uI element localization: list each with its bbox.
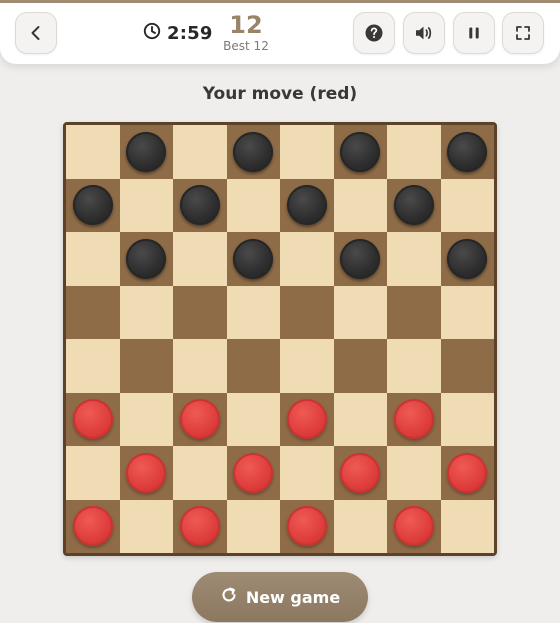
black-checker-piece: [126, 238, 167, 279]
red-checker-piece[interactable]: [340, 452, 381, 493]
dark-square[interactable]: [387, 285, 441, 339]
black-checker-piece: [340, 238, 381, 279]
game-page: 2:59 12 Best 12 Your move (red) New game: [0, 0, 560, 623]
red-checker-piece[interactable]: [179, 506, 220, 547]
new-game-label: New game: [245, 587, 341, 607]
dark-square[interactable]: [226, 339, 280, 393]
red-checker-piece[interactable]: [72, 506, 113, 547]
dark-square[interactable]: [440, 339, 494, 393]
light-square: [280, 446, 334, 500]
light-square: [66, 125, 120, 179]
help-icon: [364, 23, 384, 43]
sound-button[interactable]: [403, 12, 445, 54]
red-checker-piece[interactable]: [233, 452, 274, 493]
light-square: [280, 125, 334, 179]
dark-square[interactable]: [173, 285, 227, 339]
light-square: [66, 339, 120, 393]
dark-square[interactable]: [66, 285, 120, 339]
light-square: [440, 499, 494, 553]
light-square: [173, 125, 227, 179]
black-checker-piece: [126, 131, 167, 172]
help-button[interactable]: [353, 12, 395, 54]
light-square: [333, 285, 387, 339]
light-square: [440, 178, 494, 232]
new-game-button[interactable]: New game: [192, 572, 368, 622]
top-bar: 2:59 12 Best 12: [0, 0, 560, 64]
red-checker-piece[interactable]: [393, 399, 434, 440]
light-square: [333, 499, 387, 553]
light-square: [66, 232, 120, 286]
light-square: [280, 339, 334, 393]
dark-square[interactable]: [280, 285, 334, 339]
light-square: [173, 232, 227, 286]
black-checker-piece: [179, 185, 220, 226]
light-square: [119, 178, 173, 232]
red-checker-piece[interactable]: [126, 452, 167, 493]
score-value: 12: [229, 11, 263, 39]
fullscreen-icon: [514, 24, 532, 42]
black-checker-piece: [447, 238, 488, 279]
light-square: [173, 339, 227, 393]
red-checker-piece[interactable]: [286, 506, 327, 547]
checkers-board: [63, 122, 497, 556]
black-checker-piece: [286, 185, 327, 226]
black-checker-piece: [340, 131, 381, 172]
turn-status: Your move (red): [202, 84, 358, 104]
light-square: [119, 285, 173, 339]
light-square: [119, 392, 173, 446]
dark-square[interactable]: [333, 339, 387, 393]
light-square: [440, 285, 494, 339]
restart-icon: [220, 586, 238, 608]
best-score: Best 12: [223, 39, 269, 53]
black-checker-piece: [72, 185, 113, 226]
pause-icon: [466, 25, 482, 41]
red-checker-piece[interactable]: [447, 452, 488, 493]
board-grid: [66, 125, 494, 553]
light-square: [66, 446, 120, 500]
back-button[interactable]: [15, 12, 57, 54]
light-square: [226, 499, 280, 553]
light-square: [119, 499, 173, 553]
clock-icon: [143, 22, 161, 44]
timer: 2:59: [143, 22, 213, 44]
black-checker-piece: [447, 131, 488, 172]
light-square: [387, 446, 441, 500]
black-checker-piece: [233, 131, 274, 172]
light-square: [440, 392, 494, 446]
light-square: [333, 392, 387, 446]
red-checker-piece[interactable]: [72, 399, 113, 440]
pause-button[interactable]: [453, 12, 495, 54]
light-square: [387, 125, 441, 179]
chevron-left-icon: [27, 24, 45, 42]
light-square: [387, 339, 441, 393]
red-checker-piece[interactable]: [393, 506, 434, 547]
black-checker-piece: [393, 185, 434, 226]
light-square: [173, 446, 227, 500]
black-checker-piece: [233, 238, 274, 279]
timer-value: 2:59: [167, 22, 213, 44]
light-square: [226, 392, 280, 446]
light-square: [280, 232, 334, 286]
sound-icon: [413, 23, 435, 43]
score-display: 12 Best 12: [219, 12, 273, 53]
fullscreen-button[interactable]: [502, 12, 544, 54]
red-checker-piece[interactable]: [286, 399, 327, 440]
light-square: [226, 178, 280, 232]
dark-square[interactable]: [119, 339, 173, 393]
light-square: [387, 232, 441, 286]
light-square: [333, 178, 387, 232]
red-checker-piece[interactable]: [179, 399, 220, 440]
light-square: [226, 285, 280, 339]
